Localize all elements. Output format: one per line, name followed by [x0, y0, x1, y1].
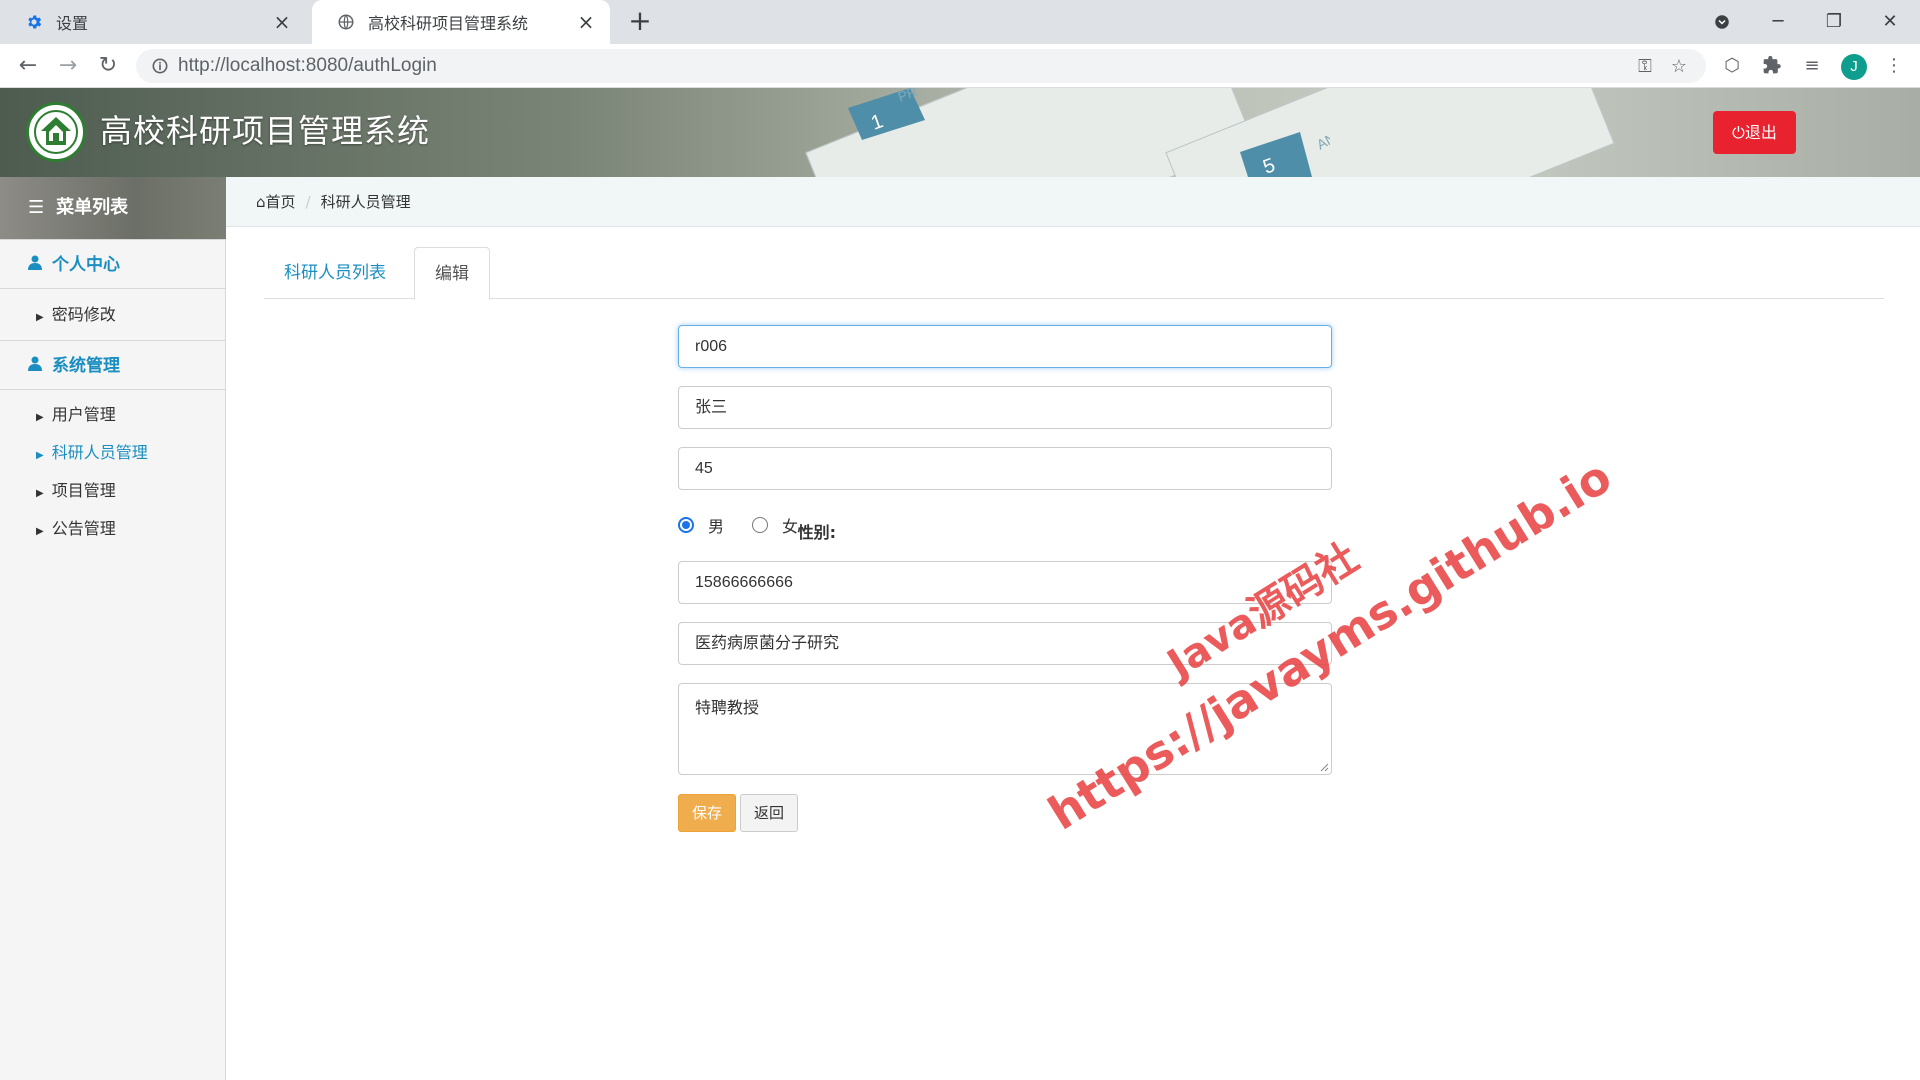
browser-tab-title: 设置 [56, 14, 89, 33]
sidebar-item-label: 公告管理 [51, 519, 116, 538]
more-menu-icon[interactable]: ⋮ [1883, 55, 1905, 77]
gender-option-label: 男 [708, 517, 725, 536]
user-icon [28, 240, 42, 290]
menu-title: 菜单列表 [56, 197, 129, 218]
radio-checked-icon[interactable] [678, 517, 694, 533]
sidebar-group-system[interactable]: 系统管理 [0, 340, 226, 390]
restore-icon[interactable]: ❐ [1814, 8, 1854, 36]
url-field[interactable]: http://localhost:8080/authLogin ⚿ ☆ [136, 49, 1706, 83]
name-input[interactable]: 张三 [678, 386, 1332, 429]
sidebar: ☰ 菜单列表 个人中心 ▶ 密码修改 系统管理 ▶ 用户管理 ▶ 科研人员管理 ▶ 项目管… [0, 177, 226, 1080]
close-tab-icon[interactable]: × [576, 12, 596, 32]
globe-icon [336, 12, 356, 32]
gender-radio-male[interactable]: 男 [678, 513, 724, 537]
remark-text: 特聘教授 [695, 698, 760, 717]
gender-option-label: 女 [782, 517, 799, 536]
remark-textarea[interactable]: 特聘教授 [678, 683, 1332, 775]
star-icon[interactable]: ☆ [1668, 56, 1690, 78]
minimize-icon[interactable]: ─ [1758, 8, 1798, 36]
gender-radio-female[interactable]: 女 [752, 513, 798, 537]
paper-label-analysis: ANALYSIS [1314, 107, 1330, 153]
app-header: 1 PR 5 ANALYSIS 高校科研项目管理系统 ⏻退出 [0, 88, 1920, 177]
sidebar-group-personal[interactable]: 个人中心 [0, 239, 226, 289]
tab-search-icon[interactable] [1702, 8, 1742, 36]
sidebar-item-projects[interactable]: ▶ 项目管理 [36, 479, 116, 503]
sidebar-item-label: 密码修改 [51, 305, 116, 324]
sidebar-item-researchers[interactable]: ▶ 科研人员管理 [36, 441, 148, 465]
browser-tab-bar: 设置 × 高校科研项目管理系统 × + ─ ❐ ✕ [0, 0, 1920, 44]
menu-header: ☰ 菜单列表 [0, 177, 226, 239]
browser-tab-settings[interactable]: 设置 × [0, 0, 306, 44]
extension-shield-icon[interactable]: ⬡ [1721, 55, 1743, 77]
radio-unchecked-icon[interactable] [752, 517, 768, 533]
age-input[interactable]: 45 [678, 447, 1332, 490]
forward-icon[interactable]: → [54, 52, 82, 80]
resize-grip-icon[interactable] [1319, 762, 1329, 772]
info-icon[interactable] [150, 56, 170, 76]
key-icon[interactable]: ⚿ [1634, 56, 1656, 78]
caret-right-icon: ▶ [36, 412, 44, 423]
app-title: 高校科研项目管理系统 [100, 112, 431, 150]
caret-right-icon: ▶ [36, 450, 44, 461]
sidebar-group-label: 个人中心 [52, 255, 120, 275]
sidebar-group-label: 系统管理 [52, 356, 120, 376]
caret-right-icon: ▶ [36, 312, 44, 323]
browser-tab-active[interactable]: 高校科研项目管理系统 × [312, 0, 610, 44]
url-text: http://localhost:8080/authLogin [178, 49, 437, 83]
profile-avatar[interactable]: J [1841, 54, 1867, 80]
address-bar: ← → ↻ http://localhost:8080/authLogin ⚿ … [0, 44, 1920, 88]
gender-label: 性别: [797, 523, 836, 542]
save-button[interactable]: 保存 [678, 794, 736, 832]
sidebar-item-notices[interactable]: ▶ 公告管理 [36, 517, 116, 541]
back-icon[interactable]: ← [14, 52, 42, 80]
main-content: 科研人员列表 编辑 人员编号: r006 姓名: 张三 年龄: 45 性别: 男… [226, 227, 1920, 1080]
caret-right-icon: ▶ [36, 526, 44, 537]
content-tabs: 科研人员列表 编辑 [264, 247, 1884, 300]
direction-input[interactable]: 医药病原菌分子研究 [678, 622, 1332, 665]
tab-edit[interactable]: 编辑 [414, 247, 490, 300]
url-host: http://localhost [178, 55, 301, 76]
sidebar-item-label: 科研人员管理 [51, 443, 148, 462]
breadcrumb-separator: / [305, 193, 311, 211]
breadcrumb: ⌂首页 / 科研人员管理 [226, 177, 1920, 227]
logout-button[interactable]: ⏻退出 [1713, 111, 1796, 154]
tab-researcher-list[interactable]: 科研人员列表 [264, 247, 406, 299]
back-button[interactable]: 返回 [740, 794, 798, 832]
media-control-icon[interactable]: ≡ [1801, 55, 1823, 77]
caret-right-icon: ▶ [36, 488, 44, 499]
list-icon: ☰ [28, 197, 45, 218]
breadcrumb-current: 科研人员管理 [320, 193, 411, 211]
university-logo [26, 102, 86, 162]
new-tab-button[interactable]: + [626, 7, 654, 36]
reload-icon[interactable]: ↻ [94, 52, 122, 80]
breadcrumb-home[interactable]: 首页 [266, 193, 296, 211]
staff-no-input[interactable]: r006 [678, 325, 1332, 368]
close-window-icon[interactable]: ✕ [1870, 8, 1910, 36]
header-decoration-art: 1 PR 5 ANALYSIS [848, 88, 1330, 177]
sidebar-item-users[interactable]: ▶ 用户管理 [36, 403, 116, 427]
home-icon: ⌂ [256, 193, 266, 211]
close-tab-icon[interactable]: × [272, 12, 292, 32]
puzzle-icon[interactable] [1761, 55, 1783, 77]
phone-input[interactable]: 15866666666 [678, 561, 1332, 604]
sidebar-item-label: 项目管理 [51, 481, 116, 500]
url-path: :8080/authLogin [300, 55, 437, 76]
gear-icon [24, 12, 44, 32]
browser-tab-title: 高校科研项目管理系统 [368, 14, 529, 33]
user-icon [28, 341, 42, 391]
sidebar-item-password[interactable]: ▶ 密码修改 [36, 303, 116, 327]
sidebar-item-label: 用户管理 [51, 405, 116, 424]
